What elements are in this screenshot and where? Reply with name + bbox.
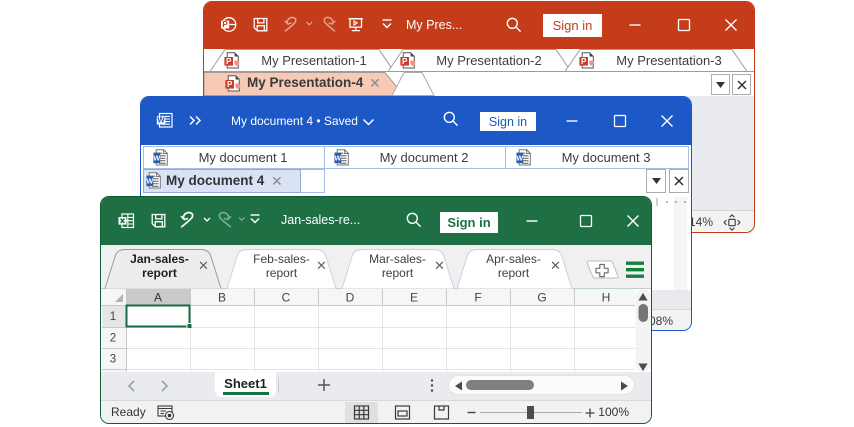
svg-text:C: C — [282, 291, 291, 305]
svg-text:1: 1 — [110, 311, 116, 323]
svg-text:B: B — [218, 291, 226, 305]
svg-text:F: F — [474, 291, 481, 305]
svg-text:D: D — [346, 291, 355, 305]
svg-text:W: W — [157, 116, 165, 125]
svg-text:E: E — [410, 291, 418, 305]
svg-text:P: P — [222, 20, 228, 29]
svg-text:3: 3 — [110, 354, 116, 366]
svg-text:A: A — [154, 291, 162, 305]
svg-text:H: H — [602, 291, 611, 305]
svg-text:2: 2 — [110, 333, 116, 345]
svg-text:G: G — [537, 291, 546, 305]
